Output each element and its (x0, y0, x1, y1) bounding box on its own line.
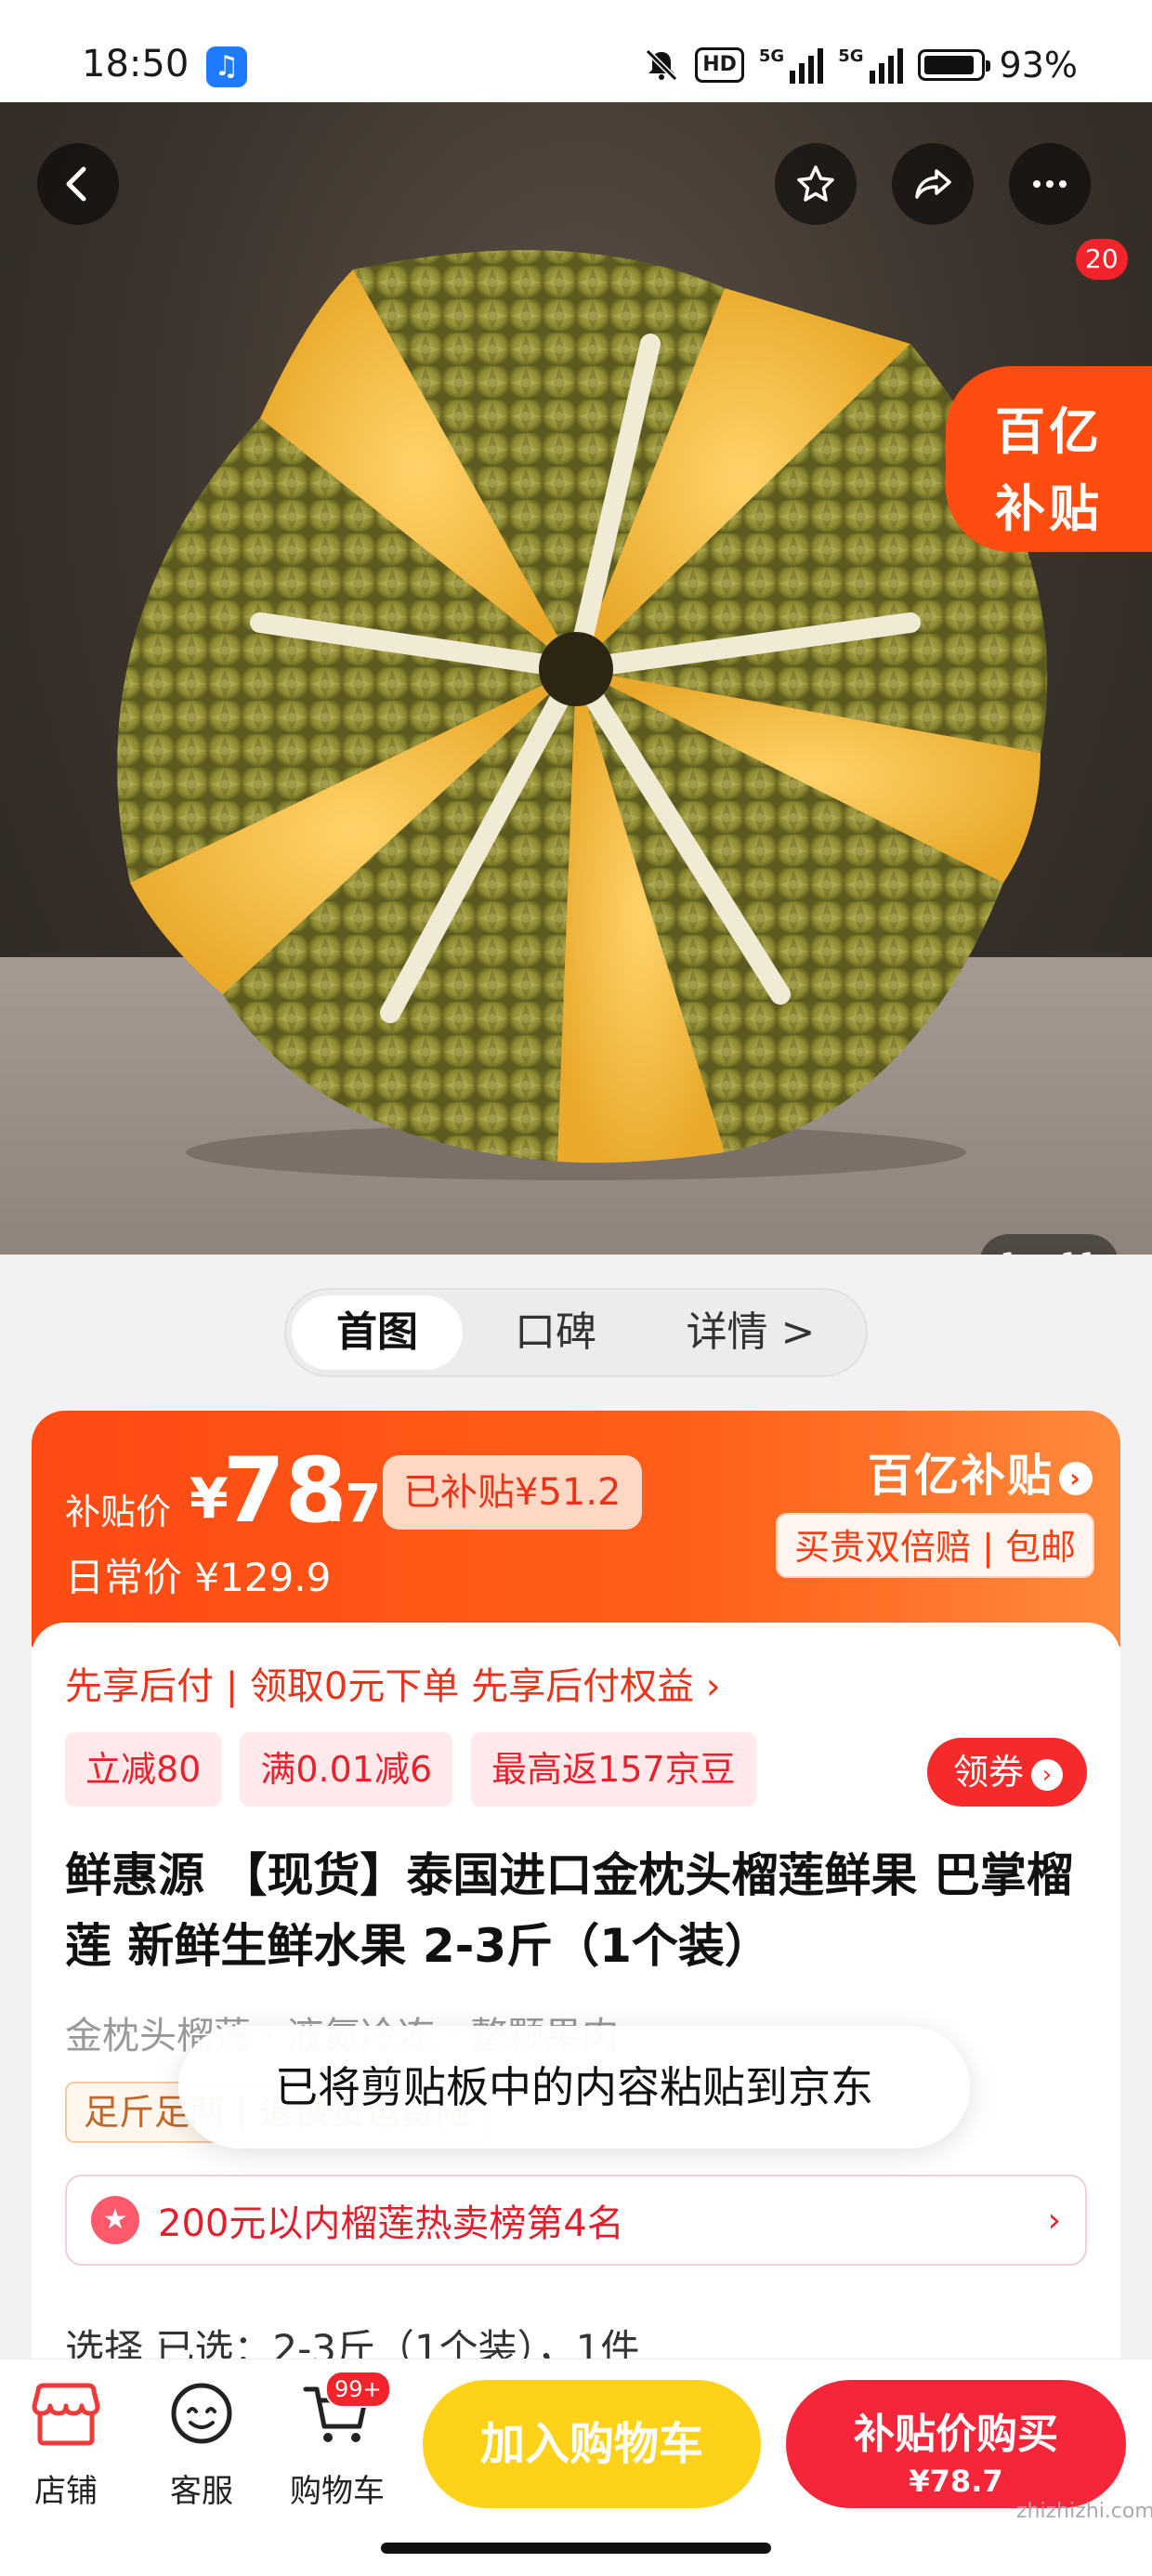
tab-main-image[interactable]: 首图 (292, 1295, 463, 1370)
brand-label: 百亿补贴 (867, 1450, 1054, 1502)
subsidized-amount: 已补贴¥51.2 (383, 1455, 642, 1530)
guarantee-badge: 买贵双倍赔 | 包邮 (776, 1513, 1094, 1578)
subsidy-buy-button[interactable]: 补贴价购买 ¥78.7 (786, 2380, 1126, 2508)
promo-list: 立减80 满0.01减6 最高返157京豆 (65, 1732, 756, 1807)
chevron-right-icon: › (1047, 2201, 1061, 2240)
status-bar: 18:50 ♫ HD 5G 5G 93% (0, 0, 1152, 102)
tab-details[interactable]: 详情 > (648, 1295, 853, 1370)
product-title: 鲜惠源 【现货】泰国进口金枕头榴莲鲜果 巴掌榴莲 新鲜生鲜水果 2-3斤（1个装… (65, 1848, 1073, 1973)
signal-icon-1: 5G (759, 46, 824, 84)
cart-label: 购物车 (290, 2473, 385, 2510)
price-banner: 补贴价 ¥ 78 .7 已补贴¥51.2 日常价 ¥129.9 百亿补贴 › 买贵… (32, 1411, 1120, 1647)
buy-button-price: ¥78.7 (909, 2464, 1003, 2499)
ranking-link[interactable]: 200元以内榴莲热卖榜第4名 › (65, 2175, 1087, 2266)
mute-bell-icon (646, 48, 678, 82)
home-indicator[interactable] (381, 2543, 771, 2554)
store-icon (32, 2383, 100, 2446)
star-icon (797, 165, 834, 202)
promo-tag: 立减80 (65, 1732, 222, 1807)
product-hero-image[interactable]: 20 百亿 补贴 1 11 (0, 102, 1152, 1255)
billion-subsidy-link[interactable]: 百亿补贴 › (868, 1439, 1093, 1504)
status-time: 18:50 (82, 43, 190, 85)
store-label: 店铺 (34, 2473, 98, 2510)
store-button[interactable]: 店铺 (6, 2378, 126, 2511)
customer-service-icon (171, 2383, 232, 2444)
cart-button[interactable]: 99+ 购物车 (277, 2371, 398, 2511)
chevron-right-icon: › (1031, 1758, 1063, 1791)
add-to-cart-button[interactable]: 加入购物车 (423, 2380, 761, 2508)
chevron-right-icon: › (1059, 1462, 1093, 1495)
tab-reviews[interactable]: 口碑 (463, 1295, 648, 1370)
favorite-button[interactable] (775, 143, 857, 225)
media-tabs: 首图 口碑 详情 > (284, 1288, 868, 1377)
subsidy-tag-line1: 百亿 (995, 402, 1103, 461)
price-label: 补贴价 (65, 1492, 172, 1532)
durian-image (117, 250, 1048, 1180)
get-coupon-button[interactable]: 领券 › (926, 1738, 1087, 1807)
back-button[interactable] (37, 143, 119, 225)
watermark: zhizhizhi.com (1016, 2500, 1152, 2523)
share-button[interactable] (892, 143, 974, 225)
battery-percent: 93% (999, 45, 1078, 85)
headset-app-icon: ♫ (206, 46, 247, 87)
price-decimal: .7 (325, 1474, 382, 1534)
back-arrow-icon (66, 166, 86, 202)
medal-icon (91, 2196, 139, 2244)
customer-service-button[interactable]: 客服 (141, 2378, 262, 2511)
share-icon (915, 169, 951, 199)
image-page-indicator: 1 11 (979, 1234, 1119, 1255)
hd-voice-icon: HD (695, 47, 744, 83)
status-indicators: HD 5G 5G 93% (643, 43, 1078, 87)
clipboard-toast: 已将剪贴板中的内容粘贴到京东 (178, 2026, 970, 2149)
subsidy-tag-line2: 补贴 (995, 480, 1103, 538)
page-current: 1 (1000, 1246, 1018, 1255)
billion-subsidy-tag[interactable]: 百亿 补贴 (946, 366, 1152, 552)
cart-count-badge: 99+ (325, 2371, 391, 2408)
signal-icon-2: 5G (838, 46, 903, 84)
daily-price: 日常价 ¥129.9 (65, 1555, 332, 1600)
page-total: 11 (1060, 1246, 1098, 1255)
buy-button-label: 补贴价购买 (854, 2411, 1058, 2458)
ranking-text: 200元以内榴莲热卖榜第4名 (158, 2202, 624, 2245)
more-button[interactable] (1009, 143, 1091, 225)
battery-icon (917, 49, 990, 81)
promo-tag: 最高返157京豆 (471, 1732, 756, 1807)
customer-service-label: 客服 (170, 2473, 233, 2510)
promo-tag: 满0.01减6 (240, 1732, 453, 1807)
more-dots-icon (1033, 180, 1067, 188)
pay-later-link[interactable]: 先享后付 | 领取0元下单 先享后付权益 › (65, 1656, 721, 1710)
coupon-label: 领券 (952, 1752, 1024, 1793)
message-count-badge: 20 (1076, 239, 1128, 280)
